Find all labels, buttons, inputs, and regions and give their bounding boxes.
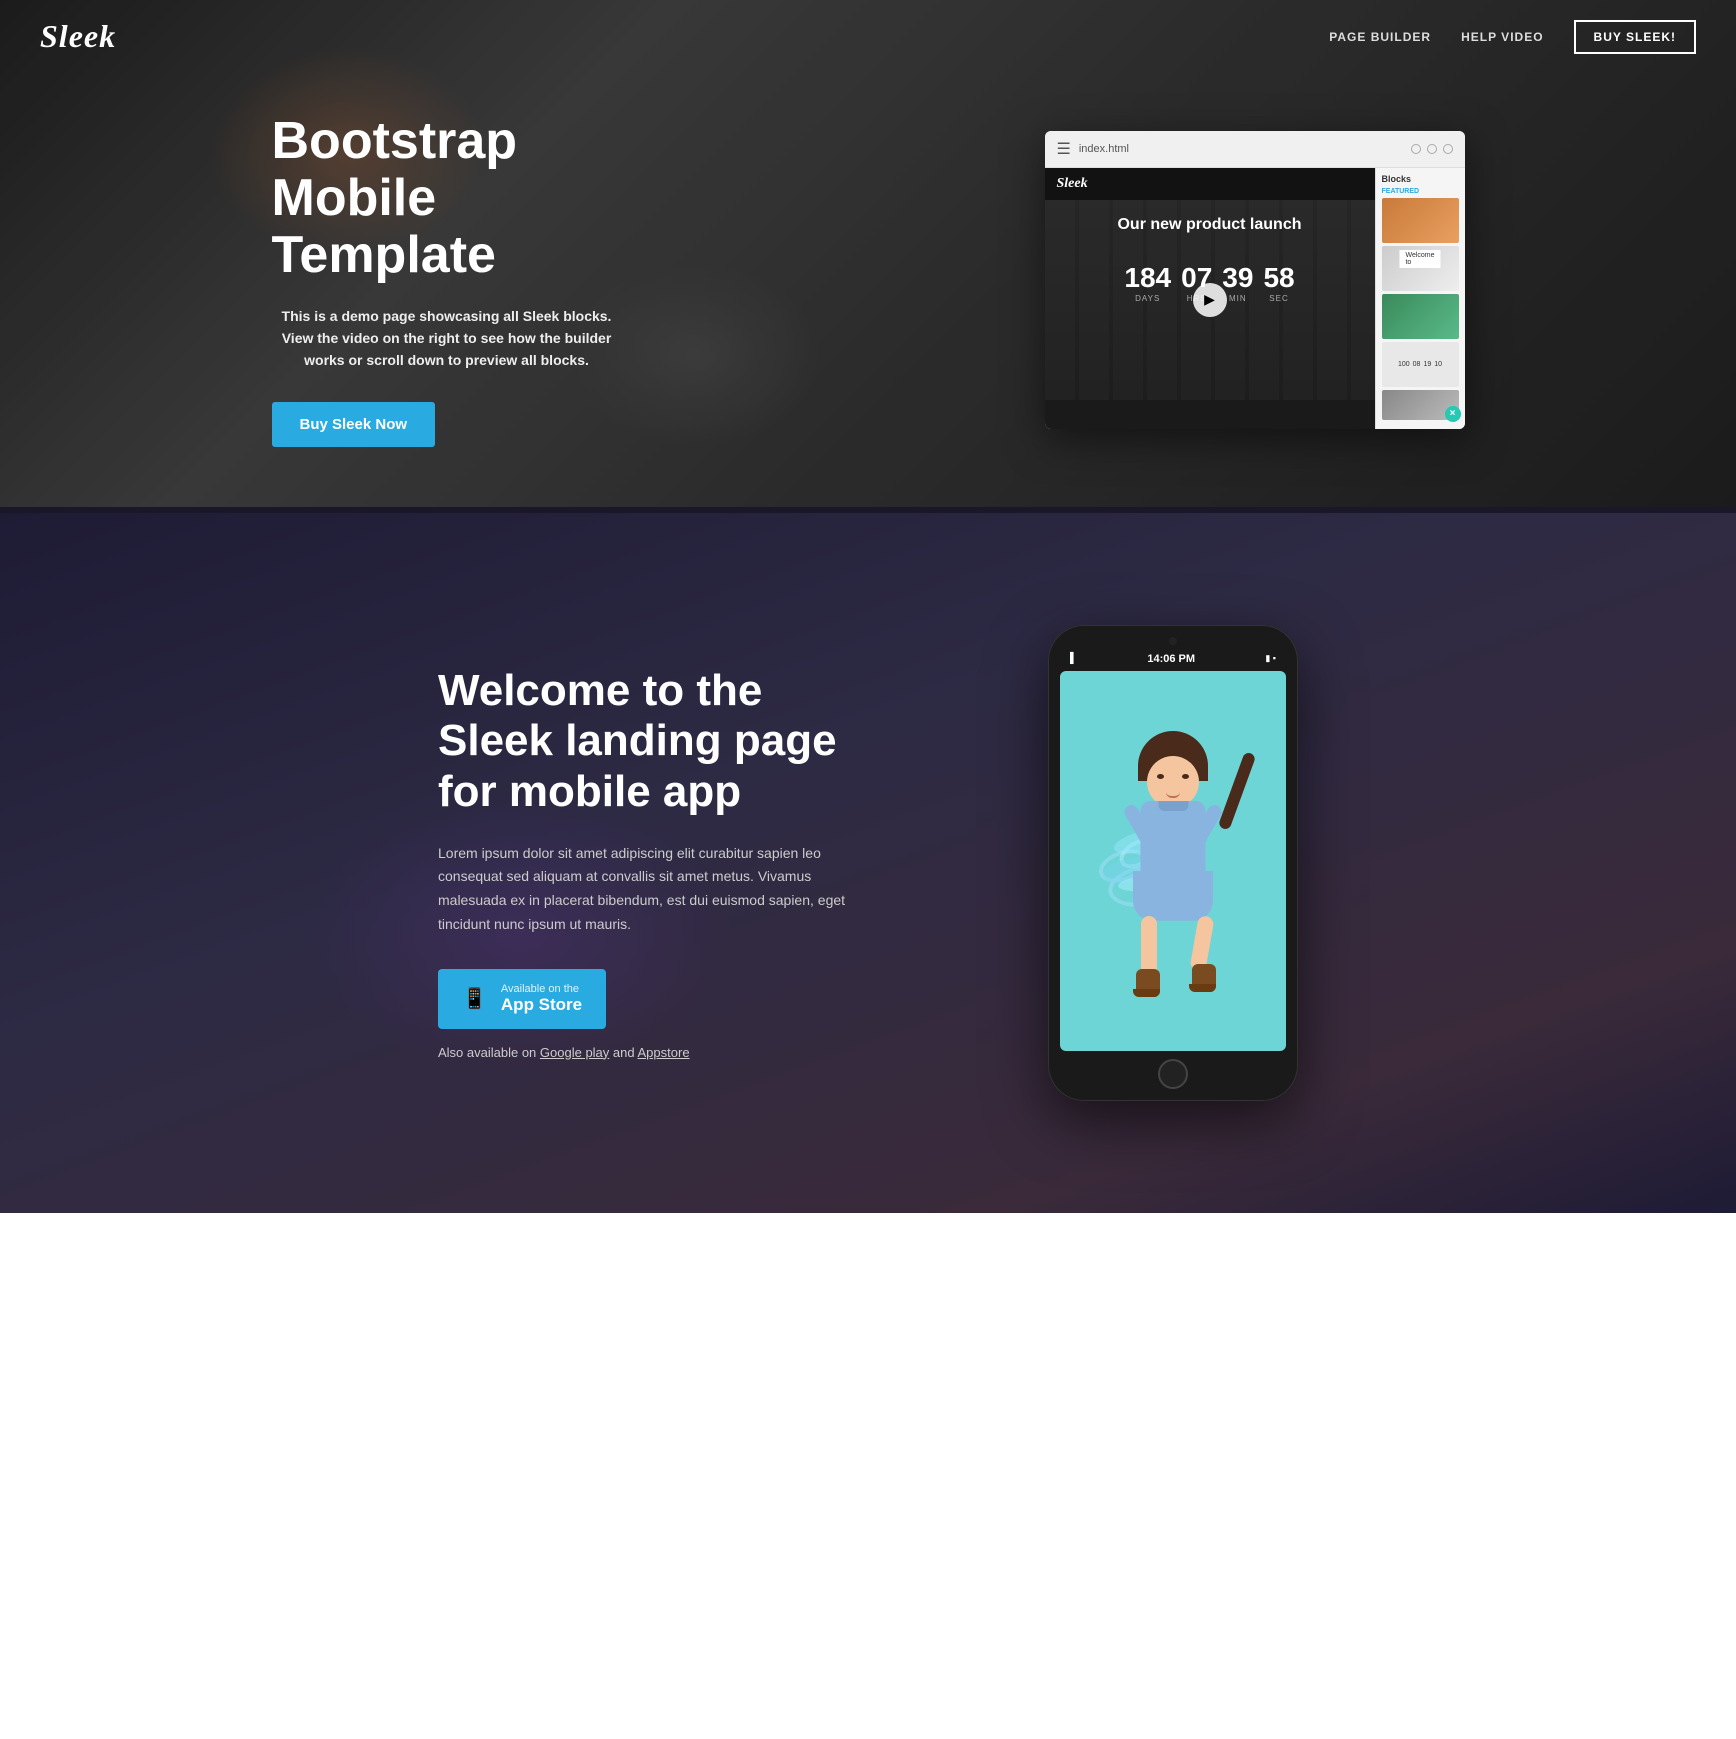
app-store-button[interactable]: 📱 Available on the App Store: [438, 969, 606, 1029]
countdown-days: 184 DAYS: [1124, 262, 1171, 303]
smartphone-icon: 📱: [462, 986, 487, 1011]
nav-link-help-video[interactable]: HELP VIDEO: [1461, 30, 1543, 44]
app-section: Welcome to the Sleek landing page for mo…: [0, 513, 1736, 1213]
hero-section: Sleek PAGE BUILDER HELP VIDEO BUY SLEEK!…: [0, 0, 1736, 507]
char-collar: [1158, 801, 1188, 811]
phone-camera: [1169, 637, 1177, 645]
browser-bar: ☰ index.html: [1045, 131, 1465, 168]
phone-screen: [1060, 671, 1286, 1051]
appstore-link[interactable]: Appstore: [638, 1045, 690, 1060]
browser-main-area: Sleek Our new product launch ▶ 184 DAY: [1045, 168, 1375, 429]
sidebar-thumb-2: Welcome to: [1382, 246, 1459, 291]
browser-controls: [1411, 144, 1453, 154]
boot-sole-left: [1133, 989, 1160, 997]
countdown-min: 39 MIN: [1222, 262, 1253, 303]
app-text-block: Welcome to the Sleek landing page for mo…: [438, 666, 868, 1060]
browser-body: Sleek Our new product launch ▶ 184 DAY: [1045, 168, 1465, 429]
browser-inner-logo: Sleek: [1045, 168, 1375, 200]
char-boot-right: [1192, 964, 1216, 992]
character-illustration: [1093, 731, 1253, 1031]
teal-close-btn: ×: [1445, 406, 1461, 422]
hero-content: Bootstrap Mobile Template This is a demo…: [0, 73, 1736, 507]
phone-signal-icon: ▌: [1070, 653, 1077, 664]
app-store-subtitle: Available on the: [501, 983, 582, 995]
browser-ctrl-tablet: [1427, 144, 1437, 154]
char-boot-left: [1136, 969, 1160, 997]
hero-cta-button[interactable]: Buy Sleek Now: [272, 402, 436, 447]
boot-sole-right: [1189, 984, 1216, 992]
browser-menu-icon: ☰: [1057, 139, 1071, 159]
hero-title: Bootstrap Mobile Template: [272, 113, 622, 285]
app-description: Lorem ipsum dolor sit amet adipiscing el…: [438, 842, 868, 937]
sidebar-bottom-area: ×: [1382, 390, 1459, 420]
phone-status-bar: ▌ 14:06 PM ▮ ▪: [1060, 649, 1286, 671]
browser-ctrl-desktop: [1443, 144, 1453, 154]
browser-hero-text: Our new product launch: [1045, 200, 1375, 244]
logo: Sleek: [40, 18, 116, 55]
play-button[interactable]: ▶: [1193, 283, 1227, 317]
and-text: and: [613, 1045, 638, 1060]
sidebar-thumb-1: [1382, 198, 1459, 243]
also-available-text: Also available on Google play and Appsto…: [438, 1045, 868, 1060]
navbar: Sleek PAGE BUILDER HELP VIDEO BUY SLEEK!: [0, 0, 1736, 73]
sidebar-blocks-label: Blocks: [1382, 174, 1459, 184]
google-play-link[interactable]: Google play: [540, 1045, 609, 1060]
app-store-text: Available on the App Store: [501, 983, 582, 1015]
char-skirt: [1133, 871, 1213, 921]
char-leg-left: [1141, 916, 1157, 976]
buy-sleek-button[interactable]: BUY SLEEK!: [1574, 20, 1696, 54]
welcome-label: Welcome to: [1399, 250, 1440, 268]
browser-url: index.html: [1079, 143, 1403, 155]
browser-sidebar: Blocks FEATURED Welcome to 100081910: [1375, 168, 1465, 429]
phone-home-button[interactable]: [1158, 1059, 1188, 1089]
char-mouth: [1166, 792, 1180, 798]
char-eye-right: [1182, 774, 1189, 779]
phone-mockup: ▌ 14:06 PM ▮ ▪: [1048, 625, 1298, 1101]
app-store-main-label: App Store: [501, 995, 582, 1015]
app-content: Welcome to the Sleek landing page for mo…: [318, 545, 1418, 1181]
sidebar-featured-label: FEATURED: [1382, 188, 1459, 195]
phone-time: 14:06 PM: [1147, 653, 1195, 665]
browser-ctrl-mobile: [1411, 144, 1421, 154]
sidebar-thumb-3: [1382, 294, 1459, 339]
countdown-sec: 58 SEC: [1263, 262, 1294, 303]
hero-text-block: Bootstrap Mobile Template This is a demo…: [272, 113, 622, 447]
phone-battery-icon: ▮ ▪: [1265, 653, 1276, 664]
hero-description: This is a demo page showcasing all Sleek…: [272, 305, 622, 372]
nav-link-page-builder[interactable]: PAGE BUILDER: [1329, 30, 1431, 44]
char-eye-left: [1157, 774, 1164, 779]
browser-mockup: ☰ index.html Sleek Our new product launc…: [1045, 131, 1465, 429]
app-title: Welcome to the Sleek landing page for mo…: [438, 666, 868, 818]
sidebar-thumb-4: 100081910: [1382, 342, 1459, 387]
char-hair-tail: [1218, 751, 1257, 830]
nav-links: PAGE BUILDER HELP VIDEO BUY SLEEK!: [1329, 20, 1696, 54]
counter-preview: 100081910: [1398, 361, 1442, 368]
